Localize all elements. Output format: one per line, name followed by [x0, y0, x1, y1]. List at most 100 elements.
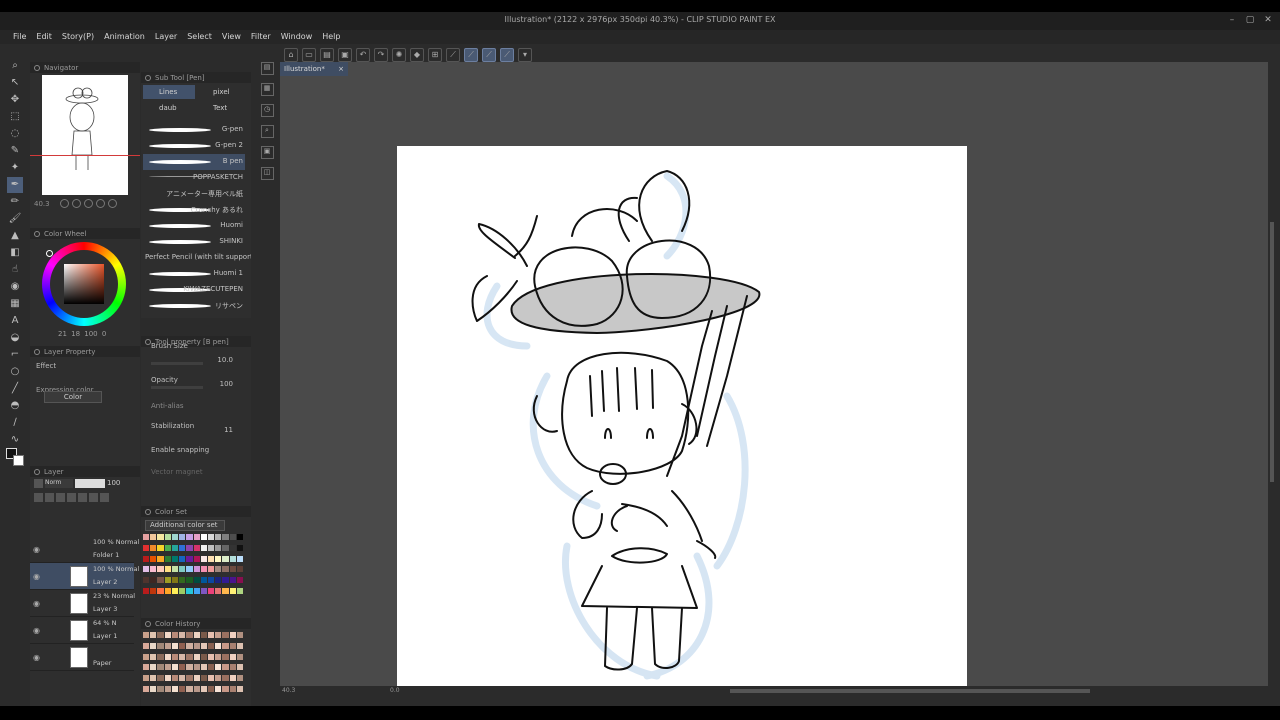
- palette-swatch[interactable]: [179, 534, 186, 540]
- panel-materials-icon[interactable]: ▦: [260, 83, 274, 96]
- history-swatch[interactable]: [229, 675, 236, 682]
- transform-icon[interactable]: ⊞: [428, 48, 442, 62]
- history-swatch[interactable]: [143, 642, 150, 649]
- palette-swatch[interactable]: [143, 544, 150, 551]
- brush-crunchy[interactable]: Crunchy あるれ: [143, 202, 245, 218]
- palette-swatch[interactable]: [171, 544, 179, 551]
- correct-line-tool-icon[interactable]: ◓: [7, 398, 23, 414]
- palette-swatch[interactable]: [229, 555, 236, 562]
- display-icon[interactable]: ▾: [518, 48, 532, 62]
- history-swatch[interactable]: [179, 686, 186, 693]
- stabilization-value[interactable]: 11: [224, 426, 233, 434]
- palette-swatch[interactable]: [164, 544, 171, 551]
- layer-row[interactable]: ◉ 100 % Normal Layer 2: [30, 563, 139, 590]
- history-swatch[interactable]: [236, 686, 243, 693]
- auto-select-tool-icon[interactable]: ✦: [7, 160, 23, 176]
- history-swatch[interactable]: [207, 686, 215, 693]
- opacity-value[interactable]: 100: [107, 479, 121, 488]
- history-swatch[interactable]: [179, 653, 186, 660]
- tab-pixel[interactable]: pixel: [197, 85, 249, 99]
- frame-tool-icon[interactable]: ⌐: [7, 347, 23, 363]
- palette-swatch[interactable]: [179, 544, 186, 551]
- palette-swatch[interactable]: [150, 588, 157, 595]
- palette-swatch[interactable]: [150, 544, 157, 551]
- saturation-value-square[interactable]: [64, 264, 104, 304]
- pen-tool-icon[interactable]: ✒: [7, 177, 23, 193]
- panel-history-icon[interactable]: ◷: [260, 104, 274, 117]
- fill-icon[interactable]: ◆: [410, 48, 424, 62]
- palette-swatch[interactable]: [179, 555, 186, 562]
- history-swatch[interactable]: [215, 642, 222, 649]
- brush-size-slider[interactable]: [151, 362, 203, 365]
- palette-swatch[interactable]: [164, 588, 171, 595]
- history-swatch[interactable]: [207, 664, 215, 671]
- history-swatch[interactable]: [171, 675, 179, 682]
- merge-icon[interactable]: [78, 493, 87, 502]
- navigator-zoom[interactable]: 40.3: [34, 200, 50, 208]
- brush-perfect-pencil[interactable]: Perfect Pencil (with tilt support): [143, 250, 251, 266]
- color-set-select[interactable]: Additional color set: [145, 520, 225, 531]
- menu-help[interactable]: Help: [317, 30, 345, 44]
- palette-swatch[interactable]: [222, 534, 229, 540]
- history-swatch[interactable]: [193, 653, 200, 660]
- snap-grid-icon[interactable]: ⟋: [500, 48, 514, 62]
- history-swatch[interactable]: [229, 686, 236, 693]
- history-swatch[interactable]: [207, 632, 215, 638]
- history-swatch[interactable]: [171, 642, 179, 649]
- save-icon[interactable]: ▣: [338, 48, 352, 62]
- palette-swatch[interactable]: [236, 544, 243, 551]
- palette-swatch[interactable]: [207, 544, 215, 551]
- new-layer-icon[interactable]: [34, 493, 43, 502]
- history-swatch[interactable]: [229, 653, 236, 660]
- history-swatch[interactable]: [200, 664, 207, 671]
- history-swatch[interactable]: [171, 686, 179, 693]
- copy-layer-icon[interactable]: [67, 493, 76, 502]
- fit-icon[interactable]: [84, 199, 93, 208]
- close-tab-icon[interactable]: ×: [338, 62, 344, 76]
- brush-size-value[interactable]: 10.0: [217, 356, 233, 364]
- layer-row[interactable]: ◉ 64 % N Layer 1: [30, 617, 134, 644]
- status-angle[interactable]: 0.0: [390, 686, 400, 696]
- history-swatch[interactable]: [179, 642, 186, 649]
- layer-row[interactable]: ◉ 23 % Normal Layer 3: [30, 590, 135, 617]
- history-swatch[interactable]: [193, 632, 200, 638]
- history-swatch[interactable]: [200, 653, 207, 660]
- enable-snapping-checkbox[interactable]: Enable snapping: [151, 446, 209, 454]
- minimize-icon[interactable]: –: [1226, 14, 1238, 26]
- redo-icon[interactable]: ↷: [374, 48, 388, 62]
- palette-swatch[interactable]: [186, 566, 193, 573]
- history-swatch[interactable]: [157, 642, 164, 649]
- palette-swatch[interactable]: [157, 555, 164, 562]
- palette-swatch[interactable]: [186, 544, 193, 551]
- palette-swatch[interactable]: [236, 577, 243, 584]
- palette-swatch[interactable]: [200, 577, 207, 584]
- history-swatch[interactable]: [222, 675, 229, 682]
- palette-swatch[interactable]: [215, 544, 222, 551]
- pencil-tool-icon[interactable]: ✏: [7, 194, 23, 210]
- eyedropper-tool-icon[interactable]: ✎: [7, 143, 23, 159]
- history-swatch[interactable]: [200, 686, 207, 693]
- history-swatch[interactable]: [171, 664, 179, 671]
- palette-swatch[interactable]: [207, 588, 215, 595]
- history-swatch[interactable]: [215, 664, 222, 671]
- palette-swatch[interactable]: [193, 534, 200, 540]
- close-icon[interactable]: ✕: [1262, 14, 1274, 26]
- flip-icon[interactable]: [108, 199, 117, 208]
- palette-swatch[interactable]: [215, 555, 222, 562]
- palette-swatch[interactable]: [157, 534, 164, 540]
- history-swatch[interactable]: [193, 642, 200, 649]
- palette-swatch[interactable]: [186, 588, 193, 595]
- new-vector-icon[interactable]: [45, 493, 54, 502]
- text-tool-icon[interactable]: A: [7, 313, 23, 329]
- figure-tool-icon[interactable]: ○: [7, 364, 23, 380]
- history-swatch[interactable]: [171, 632, 179, 638]
- palette-swatch[interactable]: [229, 588, 236, 595]
- palette-swatch[interactable]: [193, 588, 200, 595]
- sub-color-swatch[interactable]: [13, 455, 24, 466]
- brush-huomi[interactable]: Huomi: [143, 218, 245, 234]
- history-swatch[interactable]: [186, 632, 193, 638]
- layer-row[interactable]: ◉ 100 % Normal Folder 1: [30, 536, 139, 563]
- expression-color-select[interactable]: Color: [44, 391, 102, 403]
- balloon-tool-icon[interactable]: ◒: [7, 330, 23, 346]
- palette-swatch[interactable]: [186, 577, 193, 584]
